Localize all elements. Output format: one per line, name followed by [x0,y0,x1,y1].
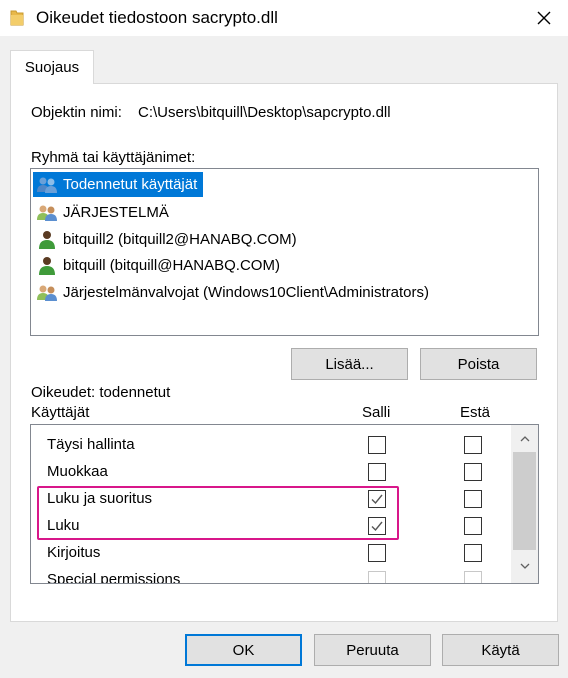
principal-name: bitquill2 (bitquill2@HANABQ.COM) [63,231,297,248]
principal-name: bitquill (bitquill@HANABQ.COM) [63,257,280,274]
allow-checkbox-write[interactable] [368,544,386,562]
window-title: Oikeudet tiedostoon sacrypto.dll [36,8,278,27]
allow-checkbox-modify[interactable] [368,463,386,481]
allow-checkbox-read-execute[interactable] [368,490,386,508]
list-item[interactable]: JÄRJESTELMÄ [33,200,175,225]
user-icon [36,229,58,251]
allow-checkbox-full-control[interactable] [368,436,386,454]
deny-checkbox-read-execute[interactable] [464,490,482,508]
principals-list[interactable]: Todennetut käyttäjät JÄRJESTELMÄ bitquil… [30,168,539,336]
scroll-down-button[interactable] [511,555,538,577]
allow-checkbox-special[interactable] [368,571,386,583]
cancel-button[interactable]: Peruuta [314,634,431,666]
close-button[interactable] [520,0,568,36]
list-item[interactable]: bitquill2 (bitquill2@HANABQ.COM) [33,227,303,252]
remove-button[interactable]: Poista [420,348,537,380]
add-button-label: Lisää... [325,355,374,373]
deny-checkbox-full-control[interactable] [464,436,482,454]
permission-name: Muokkaa [47,463,108,480]
folder-icon [10,9,24,27]
deny-checkbox-write[interactable] [464,544,482,562]
apply-button-label: Käytä [481,641,520,659]
list-item[interactable]: Todennetut käyttäjät [33,172,204,197]
list-item[interactable]: bitquill (bitquill@HANABQ.COM) [33,253,286,278]
principal-name: Järjestelmänvalvojat (Windows10Client\Ad… [63,284,429,301]
apply-button[interactable]: Käytä [442,634,559,666]
scroll-thumb[interactable] [513,452,536,550]
object-name-value: C:\Users\bitquill\Desktop\sapcrypto.dll [138,104,391,121]
object-name-label: Objektin nimi: [31,104,122,121]
title-bar: Oikeudet tiedostoon sacrypto.dll [0,0,568,36]
permissions-header-line2: Käyttäjät [31,404,90,421]
ok-button[interactable]: OK [185,634,302,666]
permission-name: Kirjoitus [47,544,101,561]
principal-name: JÄRJESTELMÄ [63,204,169,221]
permissions-header-line1: Oikeudet: todennetut [31,384,171,401]
deny-column-header: Estä [460,404,491,421]
principals-label: Ryhmä tai käyttäjänimet: [31,149,196,166]
checkmark-icon [371,521,383,532]
deny-checkbox-modify[interactable] [464,463,482,481]
user-icon [36,255,58,277]
tab-security[interactable]: Suojaus [10,50,94,84]
permissions-list: Täysi hallinta Muokkaa Luku ja suoritus … [30,424,539,584]
users-group-icon [36,202,58,224]
cancel-button-label: Peruuta [346,641,399,659]
list-item[interactable]: Järjestelmänvalvojat (Windows10Client\Ad… [33,280,435,305]
checkmark-icon [371,494,383,505]
users-group-icon [36,174,58,196]
principal-name: Todennetut käyttäjät [63,176,198,193]
permission-name: Täysi hallinta [47,436,135,453]
allow-column-header: Salli [362,404,391,421]
remove-button-label: Poista [457,355,500,373]
permission-name: Luku [47,517,80,534]
deny-checkbox-read[interactable] [464,517,482,535]
permissions-scrollbar[interactable] [511,425,538,583]
chevron-down-icon [520,563,529,569]
ok-button-label: OK [232,641,255,659]
deny-checkbox-special[interactable] [464,571,482,583]
add-button[interactable]: Lisää... [291,348,408,380]
users-group-icon [36,282,58,304]
chevron-up-icon [520,436,529,442]
scroll-up-button[interactable] [511,428,538,450]
permission-name: Special permissions [47,571,181,584]
close-icon [537,11,551,25]
permission-name: Luku ja suoritus [47,490,153,507]
tab-label: Suojaus [24,59,80,76]
allow-checkbox-read[interactable] [368,517,386,535]
tab-strip: Suojaus [0,36,568,84]
